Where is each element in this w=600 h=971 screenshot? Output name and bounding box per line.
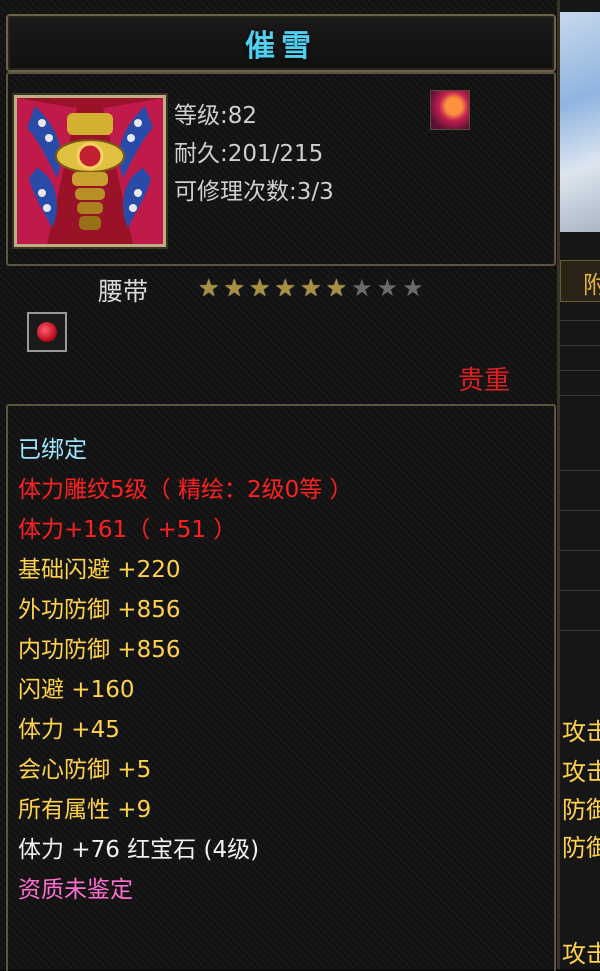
- background-row: [560, 550, 600, 569]
- star-empty-icon: ★: [402, 274, 424, 302]
- attribute-line: 体力 +45: [18, 717, 120, 743]
- background-row: [560, 510, 600, 529]
- background-row: [560, 395, 600, 414]
- background-label: 防御: [562, 796, 600, 824]
- background-scene: [560, 12, 600, 232]
- background-label: 攻击: [562, 718, 600, 746]
- attribute-line: 所有属性 +9: [18, 797, 152, 823]
- item-durability: 耐久:201/215: [174, 141, 324, 167]
- item-repair-count: 可修理次数:3/3: [174, 179, 334, 205]
- background-tab-label: 附: [583, 271, 600, 299]
- background-row: [560, 370, 600, 389]
- attribute-line: 外功防御 +856: [18, 597, 181, 623]
- background-tab[interactable]: 附: [560, 260, 600, 302]
- rarity-label: 贵重: [458, 366, 511, 396]
- belt-icon: [14, 95, 166, 247]
- attribute-line: 闪避 +160: [18, 677, 135, 703]
- item-name: 催雪: [245, 29, 317, 64]
- gem-slot-icon[interactable]: [27, 312, 67, 352]
- star-filled-icon: ★: [274, 274, 297, 302]
- star-filled-icon: ★: [249, 274, 271, 302]
- background-row: [560, 345, 600, 364]
- attribute-line: 体力雕纹5级（ 精绘：2级0等 ）: [18, 477, 353, 503]
- star-empty-icon: ★: [376, 274, 399, 302]
- background-row: [560, 630, 600, 649]
- star-rating: ★ ★ ★ ★ ★ ★ ★ ★ ★: [198, 276, 424, 300]
- background-label: 攻击: [562, 758, 600, 786]
- attribute-line: 体力 +76 红宝石 (4级): [18, 837, 260, 863]
- star-filled-icon: ★: [300, 274, 322, 302]
- title-bar: 催雪: [6, 14, 556, 72]
- item-level: 等级:82: [174, 103, 258, 129]
- attribute-line: 资质未鉴定: [18, 877, 133, 903]
- background-row: [560, 590, 600, 609]
- attribute-line: 内功防御 +856: [18, 637, 181, 663]
- ruby-gem-icon: [37, 322, 57, 342]
- background-label: 防御: [562, 834, 600, 862]
- item-tooltip: 催雪 等级:82 耐久:201/215 可修理次数:3/3 腰带 ★ ★ ★ ★…: [0, 0, 560, 971]
- star-filled-icon: ★: [198, 274, 220, 302]
- star-empty-icon: ★: [351, 274, 373, 302]
- attribute-line: 已绑定: [18, 437, 87, 463]
- background-row: [560, 320, 600, 339]
- attribute-line: 体力+161（ +51 ）: [18, 517, 237, 543]
- flame-icon: [430, 90, 470, 130]
- background-row: [560, 470, 600, 489]
- star-filled-icon: ★: [223, 274, 246, 302]
- background-label: 攻击: [562, 940, 600, 968]
- attribute-line: 会心防御 +5: [18, 757, 152, 783]
- item-type: 腰带: [98, 277, 149, 306]
- attribute-line: 基础闪避 +220: [18, 557, 181, 583]
- star-filled-icon: ★: [325, 274, 348, 302]
